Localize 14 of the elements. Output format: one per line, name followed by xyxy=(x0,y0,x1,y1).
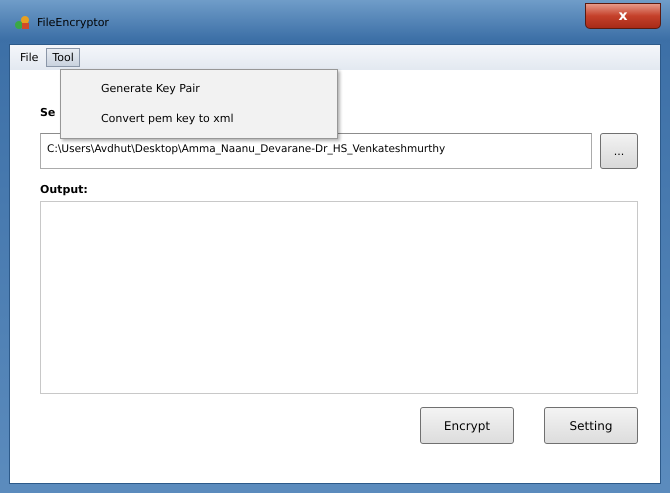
source-label: Se xyxy=(40,106,56,119)
dropdown-item[interactable]: Generate Key Pair xyxy=(61,74,337,104)
action-button[interactable]: Setting xyxy=(544,407,638,444)
browse-button[interactable]: ... xyxy=(600,133,638,169)
action-button[interactable]: Encrypt xyxy=(420,407,514,444)
output-label: Output: xyxy=(40,183,88,196)
window-title: FileEncryptor xyxy=(37,16,109,28)
close-button[interactable]: x xyxy=(585,3,661,29)
menu-item[interactable]: Tool xyxy=(46,48,80,67)
path-field[interactable]: C:\Users\Avdhut\Desktop\Amma_Naanu_Devarane-Dr_HS_Venkateshmurthy xyxy=(40,133,592,169)
dropdown-item[interactable]: Convert pem key to xml xyxy=(61,104,337,134)
output-area[interactable] xyxy=(40,201,638,394)
app-icon xyxy=(13,13,31,31)
menu-item[interactable]: File xyxy=(14,48,44,67)
